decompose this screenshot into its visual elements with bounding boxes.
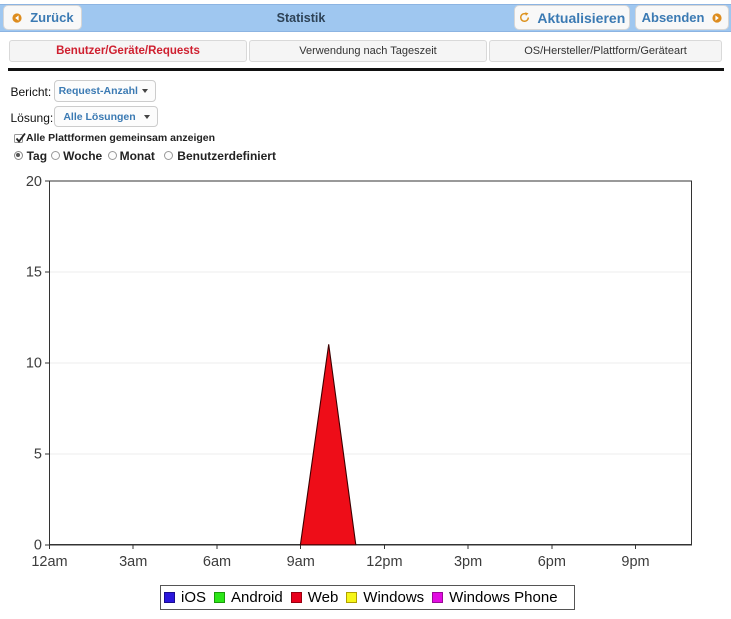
svg-text:5: 5 bbox=[34, 447, 42, 463]
svg-text:12am: 12am bbox=[31, 554, 67, 570]
svg-text:3pm: 3pm bbox=[454, 554, 482, 570]
svg-text:3am: 3am bbox=[119, 554, 147, 570]
svg-text:20: 20 bbox=[26, 174, 42, 190]
svg-text:15: 15 bbox=[26, 265, 42, 281]
svg-text:9pm: 9pm bbox=[621, 554, 649, 570]
svg-text:0: 0 bbox=[34, 538, 42, 554]
svg-text:6pm: 6pm bbox=[538, 554, 566, 570]
svg-text:6am: 6am bbox=[203, 554, 231, 570]
svg-text:9am: 9am bbox=[287, 554, 315, 570]
svg-text:12pm: 12pm bbox=[366, 554, 402, 570]
svg-text:10: 10 bbox=[26, 356, 42, 372]
